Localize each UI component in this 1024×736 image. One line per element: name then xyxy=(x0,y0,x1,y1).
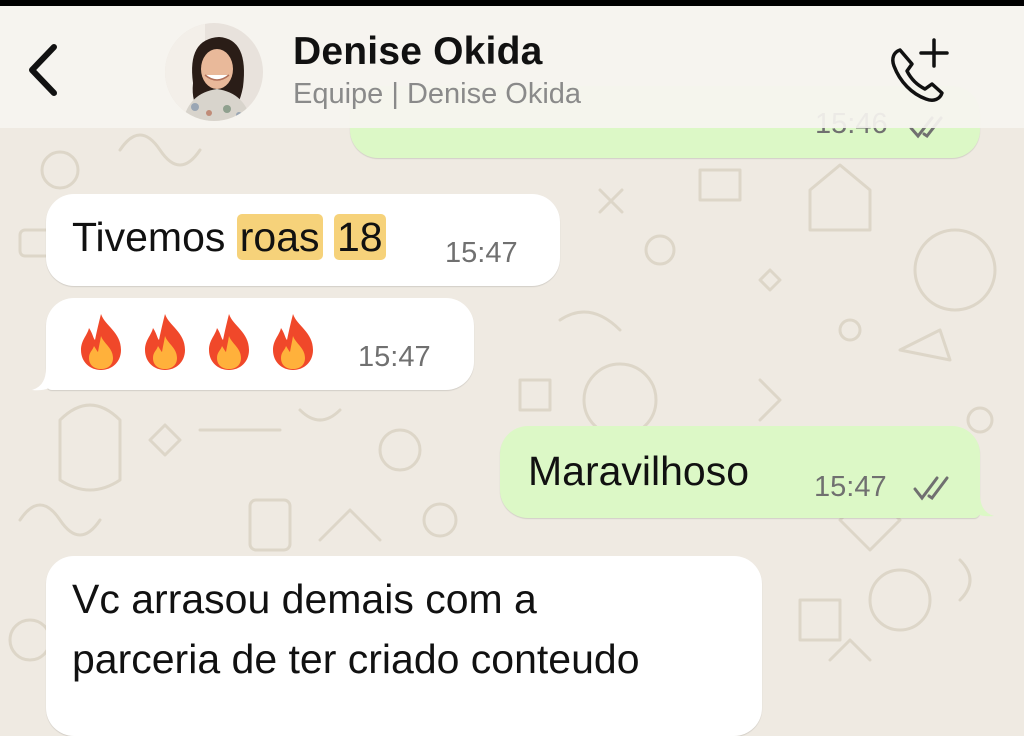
highlighted-word: roas xyxy=(236,214,323,260)
bubble-tail xyxy=(966,494,994,517)
message-bubble-incoming[interactable]: Vc arrasou demais com a parceria de ter … xyxy=(46,556,762,736)
add-call-button[interactable] xyxy=(884,36,954,106)
message-text: Tivemos roas 18 xyxy=(72,214,386,261)
message-time: 15:47 xyxy=(358,341,431,373)
message-text: Maravilhoso xyxy=(528,448,750,494)
message-text-line: parceria de ter criado conteudo xyxy=(72,636,640,682)
chat-header: Denise Okida Equipe | Denise Okida xyxy=(0,6,1024,128)
avatar[interactable] xyxy=(165,23,263,121)
read-receipt-icon xyxy=(913,476,949,501)
message-time: 15:47 xyxy=(814,471,887,503)
message-bubble-incoming[interactable]: Tivemos roas 18 15:47 xyxy=(46,194,560,286)
highlighted-number: 18 xyxy=(333,214,386,260)
message-bubble-incoming[interactable]: 15:47 xyxy=(46,298,474,390)
message-text-line: Vc arrasou demais com a xyxy=(72,576,537,622)
back-button[interactable] xyxy=(18,38,68,102)
fire-icon xyxy=(273,314,313,370)
bubble-tail xyxy=(32,368,60,391)
contact-subtitle: Equipe | Denise Okida xyxy=(293,78,582,110)
fire-emoji-row xyxy=(78,312,317,372)
chevron-left-icon xyxy=(29,44,57,96)
contact-name[interactable]: Denise Okida xyxy=(293,30,543,74)
message-text-plain: Tivemos xyxy=(72,214,237,260)
message-bubble-outgoing[interactable]: Maravilhoso 15:47 xyxy=(500,426,980,518)
phone-add-icon xyxy=(891,38,949,102)
fire-icon xyxy=(145,314,185,370)
fire-icon xyxy=(81,314,121,370)
profile-photo xyxy=(165,23,263,121)
message-time: 15:47 xyxy=(445,237,518,269)
fire-icon xyxy=(209,314,249,370)
